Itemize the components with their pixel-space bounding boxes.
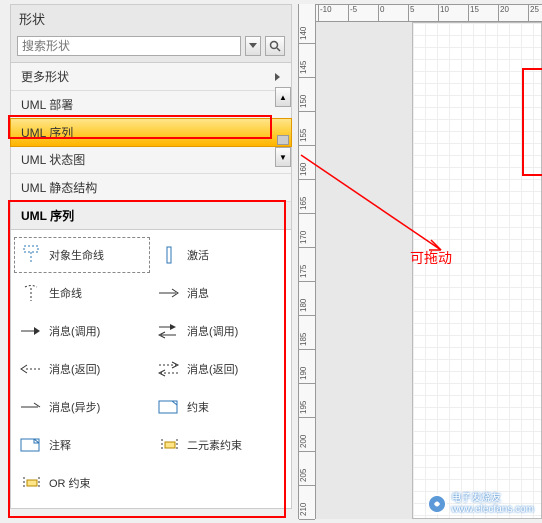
shape-lifeline-object[interactable]: 对象生命线 (15, 238, 149, 272)
stencil-item-1[interactable]: UML 序列 (10, 118, 292, 147)
shape-label: 二元素约束 (187, 437, 242, 453)
watermark-name: 电子发烧友 (451, 493, 534, 504)
stencil-more[interactable]: 更多形状 (11, 63, 291, 91)
binary-constraint-icon (157, 434, 181, 456)
shape-label: 消息(调用) (187, 323, 238, 339)
ruler-tick: 160 (299, 160, 315, 180)
ruler-tick: -10 (318, 5, 332, 21)
ruler-tick: 170 (299, 228, 315, 248)
ruler-tick: 165 (299, 194, 315, 214)
stencil-item-3[interactable]: UML 静态结构 (11, 174, 291, 202)
ruler-tick: 20 (498, 5, 509, 21)
shape-message[interactable]: 消息 (153, 276, 287, 310)
search-input[interactable] (17, 36, 241, 56)
search-row (11, 32, 291, 62)
stencil-label: UML 部署 (21, 96, 73, 113)
stencil-item-2[interactable]: UML 状态图 (11, 146, 291, 174)
watermark: 电子发烧友 www.elecfans.com (427, 493, 534, 515)
ruler-tick: 185 (299, 330, 315, 350)
message-call-icon (19, 320, 43, 342)
shape-message-call-self[interactable]: 消息(调用) (153, 314, 287, 348)
shape-label: 注释 (49, 437, 71, 453)
shape-note[interactable]: 注释 (15, 428, 149, 462)
drawing-page[interactable] (412, 22, 542, 519)
stencil-more-label: 更多形状 (21, 68, 69, 85)
section-header: UML 序列 (11, 202, 291, 230)
canvas-area[interactable] (316, 22, 542, 519)
stencil-label: UML 状态图 (21, 151, 85, 168)
lifeline-icon (19, 282, 43, 304)
message-icon (157, 282, 181, 304)
ruler-tick: 175 (299, 262, 315, 282)
shape-message-return-self[interactable]: 消息(返回) (153, 352, 287, 386)
constraint-icon (157, 396, 181, 418)
scroll-up-button[interactable]: ▲ (275, 87, 291, 107)
message-return-self-icon (157, 358, 181, 380)
ruler-tick: 205 (299, 466, 315, 486)
shapes-panel: 形状 更多形状 UML 部署 UML 序列 UML 状态图 UML 静态结构 ▲ (10, 4, 292, 509)
ruler-tick: 195 (299, 398, 315, 418)
search-dropdown-button[interactable] (245, 36, 261, 56)
lifeline-object-icon (19, 244, 43, 266)
stencil-list: 更多形状 UML 部署 UML 序列 UML 状态图 UML 静态结构 ▲ ▼ (11, 62, 291, 202)
shape-label: 消息(调用) (49, 323, 100, 339)
shape-label: 激活 (187, 247, 209, 263)
stencil-scroll: ▲ ▼ (275, 87, 291, 167)
ruler-tick: 0 (378, 5, 384, 21)
shape-label: 消息(异步) (49, 399, 100, 415)
ruler-tick: 145 (299, 58, 315, 78)
shape-label: 约束 (187, 399, 209, 415)
note-icon (19, 434, 43, 456)
chevron-right-icon (275, 73, 281, 81)
or-constraint-icon (19, 472, 43, 494)
message-return-icon (19, 358, 43, 380)
shape-label: OR 约束 (49, 475, 91, 491)
ruler-tick: 155 (299, 126, 315, 146)
message-call-self-icon (157, 320, 181, 342)
shape-activation[interactable]: 激活 (153, 238, 287, 272)
shapes-grid: 对象生命线 激活 生命线 消息 消息(调用) 消息(调用) 消息(返回) 消息 (11, 230, 291, 508)
ruler-tick: 5 (408, 5, 414, 21)
stencil-label: UML 序列 (21, 124, 73, 141)
shape-constraint[interactable]: 约束 (153, 390, 287, 424)
activation-icon (157, 244, 181, 266)
scroll-down-button[interactable]: ▼ (275, 147, 291, 167)
watermark-icon (427, 494, 447, 514)
shape-label: 消息(返回) (187, 361, 238, 377)
ruler-horizontal: -10 -5 0 5 10 15 20 25 (298, 4, 542, 22)
shape-label: 消息 (187, 285, 209, 301)
ruler-tick: -5 (348, 5, 357, 21)
scroll-thumb[interactable] (277, 135, 289, 145)
stencil-label: UML 静态结构 (21, 179, 97, 196)
ruler-tick: 210 (299, 500, 315, 520)
search-icon (269, 40, 281, 52)
ruler-tick: 15 (468, 5, 479, 21)
shape-lifeline[interactable]: 生命线 (15, 276, 149, 310)
ruler-tick: 180 (299, 296, 315, 316)
ruler-tick: 140 (299, 24, 315, 44)
ruler-vertical: 140 145 150 155 160 165 170 175 180 185 … (298, 4, 316, 519)
ruler-tick: 200 (299, 432, 315, 452)
shape-binary-constraint[interactable]: 二元素约束 (153, 428, 287, 462)
shape-or-constraint[interactable]: OR 约束 (15, 466, 149, 500)
stencil-item-0[interactable]: UML 部署 (11, 91, 291, 119)
shape-message-call[interactable]: 消息(调用) (15, 314, 149, 348)
watermark-url: www.elecfans.com (451, 504, 534, 515)
ruler-tick: 10 (438, 5, 449, 21)
annotation-drag-label: 可拖动 (410, 248, 452, 268)
message-async-icon (19, 396, 43, 418)
search-button[interactable] (265, 36, 285, 56)
ruler-tick: 190 (299, 364, 315, 384)
shape-label: 生命线 (49, 285, 82, 301)
ruler-tick: 25 (528, 5, 539, 21)
shape-label: 消息(返回) (49, 361, 100, 377)
panel-title: 形状 (11, 5, 291, 32)
shape-message-async[interactable]: 消息(异步) (15, 390, 149, 424)
shape-message-return[interactable]: 消息(返回) (15, 352, 149, 386)
shape-label: 对象生命线 (49, 247, 104, 263)
ruler-tick: 150 (299, 92, 315, 112)
